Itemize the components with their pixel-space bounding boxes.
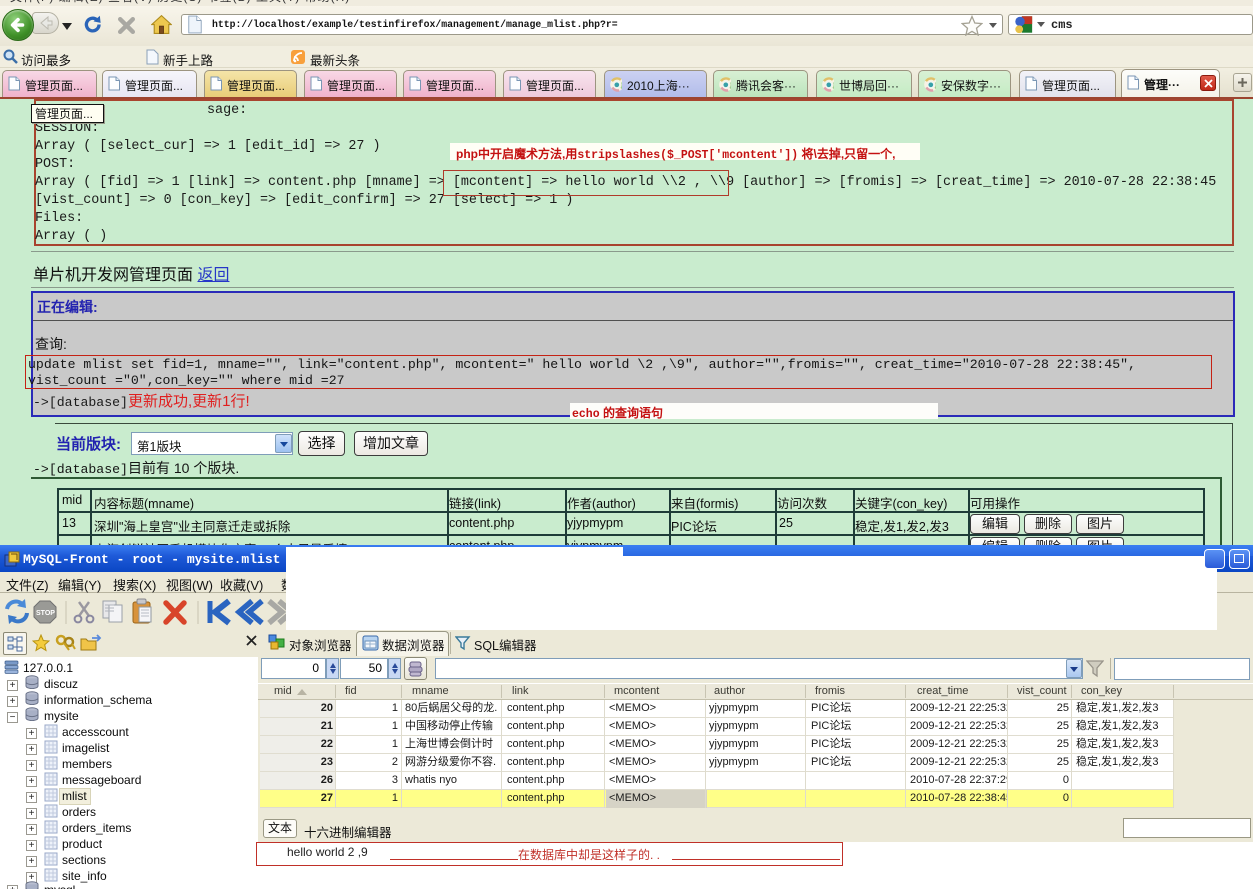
svg-text:STOP: STOP — [36, 610, 55, 617]
